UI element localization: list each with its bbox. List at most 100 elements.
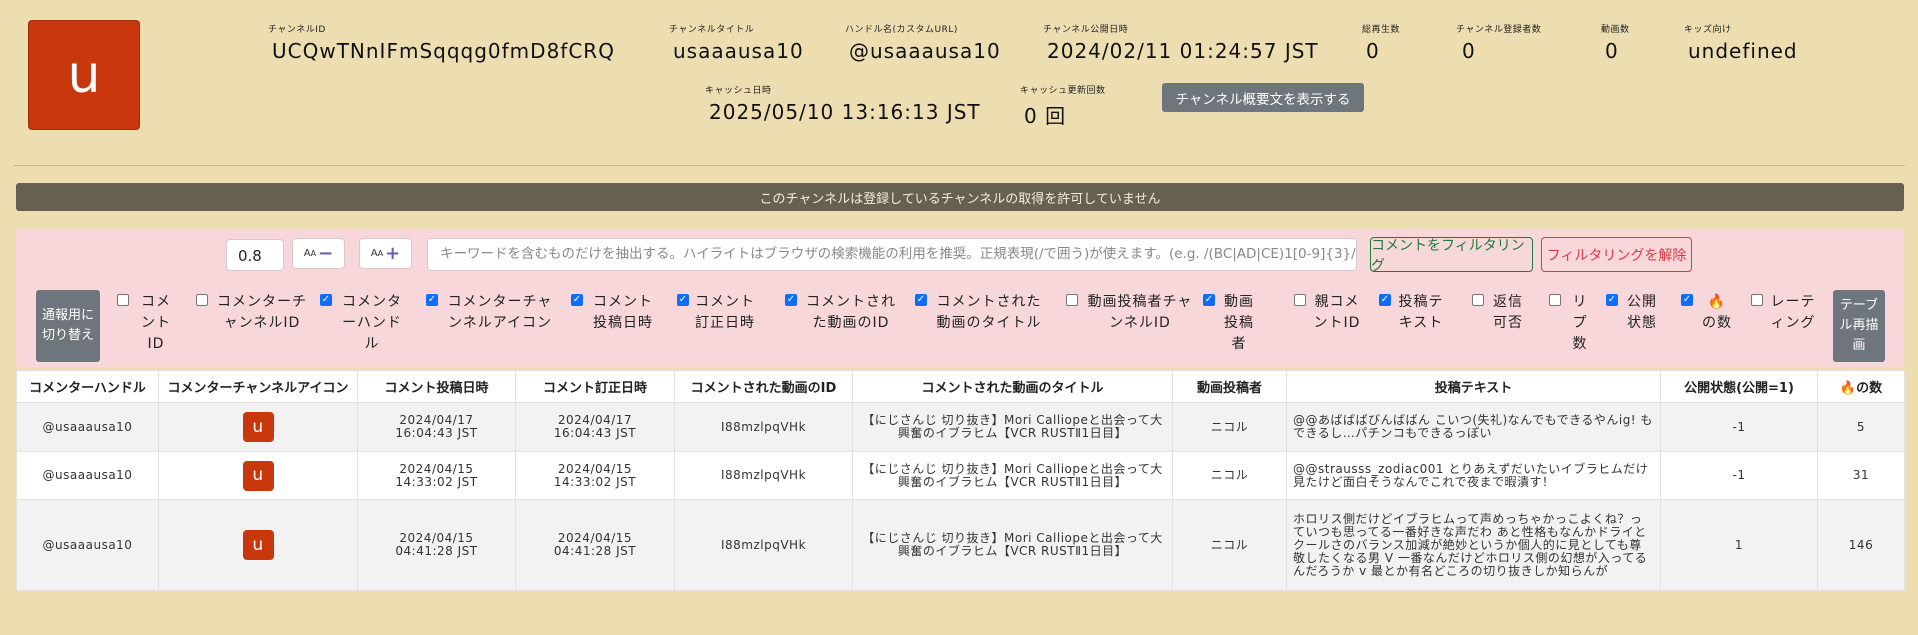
toggle-label: コメンターチャンネルアイコン bbox=[447, 294, 553, 331]
videos-label: 動画数 bbox=[1601, 25, 1630, 35]
show-description-button[interactable]: チャンネル概要文を表示する bbox=[1162, 83, 1364, 112]
clear-filter-button[interactable]: フィルタリングを解除 bbox=[1541, 237, 1692, 272]
checkbox-video-id[interactable] bbox=[785, 294, 797, 306]
checkbox-fire-count[interactable] bbox=[1681, 294, 1693, 306]
checkbox-edited-date[interactable] bbox=[677, 294, 689, 306]
toggle-reply-count[interactable]: リプ数 bbox=[1549, 292, 1593, 355]
checkbox-comment-id[interactable] bbox=[117, 294, 129, 306]
table-row: @usaaausa10 u 2024/04/17 16:04:43 JST 202… bbox=[16, 402, 1905, 452]
cell-uploader: ニコル bbox=[1172, 451, 1287, 500]
checkbox-commenter-channel-id[interactable] bbox=[196, 294, 208, 306]
th-commenter-handle[interactable]: コメンターハンドル bbox=[16, 370, 159, 403]
checkbox-uploader-channel-id[interactable] bbox=[1066, 294, 1078, 306]
posted-time: 16:04:43 JST bbox=[395, 426, 478, 440]
checkbox-post-text[interactable] bbox=[1379, 294, 1391, 306]
toggle-public-status[interactable]: 公開状態 bbox=[1606, 292, 1660, 334]
toggle-report-mode-button[interactable]: 通報用に切り替え bbox=[36, 290, 100, 362]
toggle-commenter-handle[interactable]: コメンターハンドル bbox=[320, 292, 406, 355]
toggle-reply-allowed[interactable]: 返信可否 bbox=[1472, 292, 1526, 334]
table-header-row: コメンターハンドル コメンターチャンネルアイコン コメント投稿日時 コメント訂正… bbox=[16, 370, 1905, 403]
th-edited-date[interactable]: コメント訂正日時 bbox=[515, 370, 675, 403]
th-uploader[interactable]: 動画投稿者 bbox=[1172, 370, 1287, 403]
keyword-search-input[interactable]: キーワードを含むものだけを抽出する。ハイライトはブラウザの検索機能の利用を推奨。… bbox=[427, 238, 1357, 271]
cell-video-title[interactable]: 【にじさんじ 切り抜き】Mori Calliopeと出会って大 興奮のイブラヒム【… bbox=[852, 451, 1173, 500]
checkbox-commenter-handle[interactable] bbox=[320, 294, 332, 306]
zoom-input[interactable]: 0.8 bbox=[226, 239, 284, 271]
toggle-label: コメントされた動画のタイトル bbox=[936, 294, 1042, 331]
toggle-uploader-channel-id[interactable]: 動画投稿者チャンネルID bbox=[1066, 292, 1196, 334]
cell-video-id[interactable]: I88mzlpqVHk bbox=[674, 402, 853, 452]
filter-comments-button[interactable]: コメントをフィルタリング bbox=[1370, 237, 1533, 274]
checkbox-parent-comment-id[interactable] bbox=[1294, 294, 1306, 306]
checkbox-rating[interactable] bbox=[1751, 294, 1763, 306]
header-divider bbox=[14, 165, 1905, 166]
table-row: @usaaausa10 u 2024/04/15 04:41:28 JST 202… bbox=[16, 499, 1905, 591]
plus-icon: + bbox=[385, 243, 401, 264]
th-fire-count[interactable]: 🔥の数 bbox=[1817, 370, 1905, 403]
channel-handle-label: ハンドル名(カスタムURL) bbox=[845, 25, 958, 35]
toggle-fire-label: 🔥 の数 bbox=[1699, 292, 1735, 334]
toggle-video-id[interactable]: コメントされた動画のID bbox=[785, 292, 899, 334]
channel-avatar: u bbox=[28, 20, 140, 130]
cell-post-text: @@strausss_zodiac001 とりあえずだいたいイブラヒムだけ見たけ… bbox=[1286, 451, 1661, 500]
th-public-status[interactable]: 公開状態(公開=1) bbox=[1660, 370, 1818, 403]
toggle-label: コメントされた動画のID bbox=[806, 294, 896, 331]
checkbox-video-title[interactable] bbox=[915, 294, 927, 306]
cell-video-title[interactable]: 【にじさんじ 切り抜き】Mori Calliopeと出会って大 興奮のイブラヒム【… bbox=[852, 499, 1173, 591]
font-increase-button[interactable]: A A + bbox=[359, 238, 412, 269]
th-video-id[interactable]: コメントされた動画のID bbox=[674, 370, 853, 403]
toggle-comment-id[interactable]: コメントID bbox=[117, 292, 177, 355]
checkbox-uploader[interactable] bbox=[1203, 294, 1215, 306]
minus-icon: − bbox=[318, 243, 334, 264]
toggle-fire-count[interactable]: 🔥 の数 bbox=[1681, 292, 1735, 334]
toggle-posted-date[interactable]: コメント投稿日時 bbox=[571, 292, 657, 334]
toggle-post-text[interactable]: 投稿テキスト bbox=[1379, 292, 1445, 334]
edited-time: 14:33:02 JST bbox=[553, 474, 637, 489]
cell-posted: 2024/04/15 04:41:28 JST bbox=[357, 499, 516, 591]
toggle-commenter-icon[interactable]: コメンターチャンネルアイコン bbox=[426, 292, 556, 334]
th-fire-count-label: の数 bbox=[1856, 381, 1883, 396]
cell-post-text: @@あばばばびんばばん こいつ(失礼)なんでもできるやんig! もできるし…パチ… bbox=[1286, 402, 1661, 452]
channel-handle-block: ハンドル名(カスタムURL) @usaaausa10 bbox=[845, 22, 1001, 63]
channel-title-value: usaaausa10 bbox=[673, 39, 804, 63]
video-title-line-2: 興奮のイブラヒム【VCR RUSTⅡ1日目】 bbox=[897, 474, 1128, 489]
cell-icon: u bbox=[158, 402, 358, 452]
toggle-uploader[interactable]: 動画投稿者 bbox=[1203, 292, 1257, 355]
video-title-line-1: 【にじさんじ 切り抜き】Mori Calliopeと出会って大 bbox=[862, 461, 1163, 476]
checkbox-reply-allowed[interactable] bbox=[1472, 294, 1484, 306]
th-posted-date[interactable]: コメント投稿日時 bbox=[357, 370, 516, 403]
cell-edited: 2024/04/15 14:33:02 JST bbox=[515, 451, 675, 500]
views-block: 総再生数 0 bbox=[1362, 22, 1400, 63]
commenter-avatar[interactable]: u bbox=[242, 460, 274, 491]
kids-label: キッズ向け bbox=[1684, 25, 1732, 35]
toggle-label: コメンターハンドル bbox=[342, 294, 402, 352]
th-post-text[interactable]: 投稿テキスト bbox=[1286, 370, 1661, 403]
commenter-avatar[interactable]: u bbox=[242, 412, 274, 442]
cell-uploader: ニコル bbox=[1172, 499, 1287, 591]
th-video-title[interactable]: コメントされた動画のタイトル bbox=[852, 370, 1173, 403]
toggle-video-title[interactable]: コメントされた動画のタイトル bbox=[915, 292, 1045, 334]
cell-video-title[interactable]: 【にじさんじ 切り抜き】Mori Calliopeと出会って大 興奮のイブラヒム【… bbox=[852, 402, 1173, 452]
cell-handle: @usaaausa10 bbox=[16, 499, 159, 591]
th-commenter-icon[interactable]: コメンターチャンネルアイコン bbox=[158, 370, 358, 403]
checkbox-reply-count[interactable] bbox=[1549, 294, 1561, 306]
redraw-table-button[interactable]: テーブル再描画 bbox=[1833, 290, 1885, 362]
checkbox-commenter-icon[interactable] bbox=[426, 294, 438, 306]
commenter-avatar[interactable]: u bbox=[242, 530, 274, 560]
channel-published-value: 2024/02/11 01:24:57 JST bbox=[1047, 39, 1319, 63]
checkbox-public-status[interactable] bbox=[1606, 294, 1618, 306]
cell-uploader: ニコル bbox=[1172, 402, 1287, 452]
cell-video-id[interactable]: I88mzlpqVHk bbox=[674, 499, 853, 591]
toggle-parent-comment-id[interactable]: 親コメントID bbox=[1294, 292, 1362, 334]
toggle-rating[interactable]: レーティング bbox=[1751, 292, 1817, 334]
checkbox-posted-date[interactable] bbox=[571, 294, 583, 306]
fire-icon: 🔥 bbox=[1707, 294, 1727, 310]
toggle-edited-date[interactable]: コメント訂正日時 bbox=[677, 292, 755, 334]
channel-title-block: チャンネルタイトル usaaausa10 bbox=[669, 22, 804, 63]
font-decrease-label: A bbox=[303, 248, 311, 259]
toggle-commenter-channel-id[interactable]: コメンターチャンネルID bbox=[196, 292, 310, 334]
channel-id-label: チャンネルID bbox=[268, 25, 326, 35]
cache-count-value: 0 回 bbox=[1024, 104, 1067, 128]
cell-video-id[interactable]: I88mzlpqVHk bbox=[674, 451, 853, 500]
font-decrease-button[interactable]: A A − bbox=[292, 238, 345, 269]
